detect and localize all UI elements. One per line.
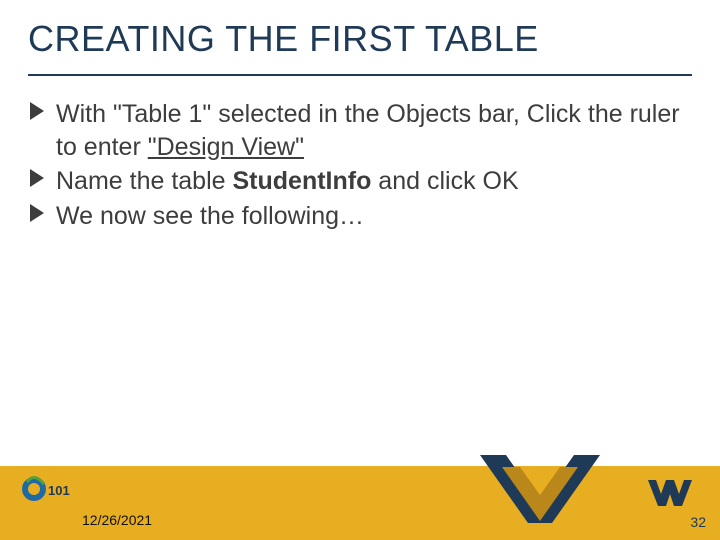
bullet-item: We now see the following… [28,200,692,233]
bullet-item: With "Table 1" selected in the Objects b… [28,98,692,163]
slide: CREATING THE FIRST TABLE With "Table 1" … [0,0,720,540]
bullet-text-emph: StudentInfo [233,167,372,195]
slide-body: With "Table 1" selected in the Objects b… [28,98,692,234]
bullet-item: Name the table StudentInfo and click OK [28,165,692,198]
chevron-right-filled-icon [28,167,48,189]
chevron-right-filled-icon [28,202,48,224]
course-101-logo-icon: 101 [22,474,70,504]
bullet-text-pre: Name the table [56,167,233,195]
page-number: 32 [690,514,706,530]
svg-text:101: 101 [48,483,70,498]
chevron-right-filled-icon [28,100,48,122]
bullet-text-post: and click OK [371,167,518,195]
title-underline [28,74,692,76]
footer-date: 12/26/2021 [82,512,152,528]
bullet-text-pre: We now see the following… [56,202,364,230]
wvu-flying-wv-icon [648,478,692,508]
footer-band [0,466,720,540]
slide-title: CREATING THE FIRST TABLE [28,18,539,60]
bullet-text-emph: "Design View" [148,133,304,161]
footer-chevron-icon [480,455,600,540]
